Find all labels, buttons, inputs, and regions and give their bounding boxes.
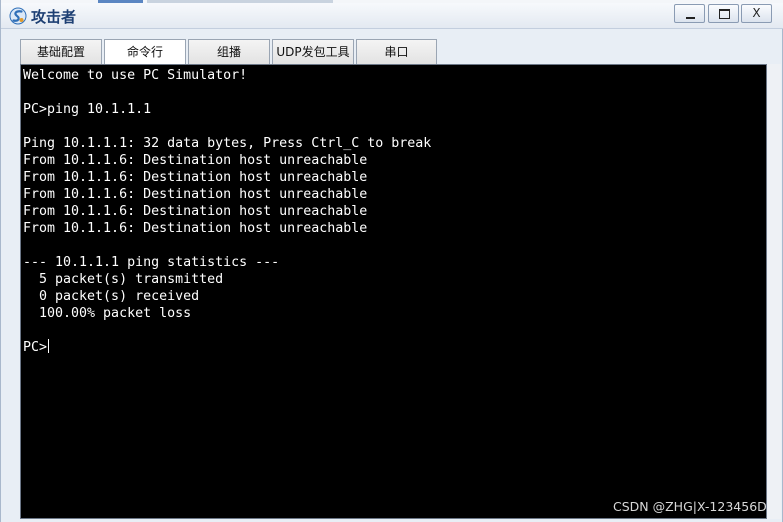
minimize-icon: [686, 17, 695, 19]
maximize-button[interactable]: [708, 4, 739, 23]
terminal-line: Welcome to use PC Simulator!: [23, 68, 248, 83]
tab-serial-port[interactable]: 串口: [356, 39, 437, 65]
text-cursor: [48, 339, 50, 353]
tab-basic-config[interactable]: 基础配置: [20, 39, 102, 65]
tab-bar: 基础配置 命令行 组播 UDP发包工具 串口: [20, 39, 780, 66]
terminal-line: 100.00% packet loss: [23, 306, 192, 321]
watermark: CSDN @ZHG|X-123456D: [613, 499, 767, 514]
close-icon: X: [752, 6, 761, 20]
terminal-line: 0 packet(s) received: [23, 289, 200, 304]
tab-udp-tool[interactable]: UDP发包工具: [272, 39, 354, 65]
terminal-output: Welcome to use PC Simulator! PC>ping 10.…: [23, 67, 431, 356]
maximize-icon: [719, 9, 730, 19]
window-title: 攻击者: [31, 8, 77, 26]
title-bar[interactable]: 攻击者 X: [1, 3, 783, 29]
tab-multicast[interactable]: 组播: [188, 39, 270, 65]
minimize-button[interactable]: [674, 4, 705, 23]
side-scroll-track: [767, 64, 781, 519]
terminal-line: From 10.1.1.6: Destination host unreacha…: [23, 187, 368, 202]
terminal-line: From 10.1.1.6: Destination host unreacha…: [23, 221, 368, 236]
terminal-line: 5 packet(s) transmitted: [23, 272, 224, 287]
simulator-window: 攻击者 X 基础配置 命令行 组播 UDP发包工具 串口 Welcome to …: [0, 0, 783, 522]
terminal-line: PC>ping 10.1.1.1: [23, 102, 152, 117]
terminal-prompt-line[interactable]: PC>: [23, 339, 431, 356]
command-terminal[interactable]: Welcome to use PC Simulator! PC>ping 10.…: [20, 64, 767, 519]
terminal-line: From 10.1.1.6: Destination host unreacha…: [23, 170, 368, 185]
terminal-line: From 10.1.1.6: Destination host unreacha…: [23, 153, 368, 168]
close-button[interactable]: X: [741, 4, 772, 23]
terminal-line: From 10.1.1.6: Destination host unreacha…: [23, 204, 368, 219]
tab-command-line[interactable]: 命令行: [104, 39, 186, 66]
terminal-prompt: PC>: [23, 340, 48, 355]
app-logo-icon: [9, 7, 27, 25]
terminal-line: --- 10.1.1.1 ping statistics ---: [23, 255, 280, 270]
terminal-line: Ping 10.1.1.1: 32 data bytes, Press Ctrl…: [23, 136, 432, 151]
